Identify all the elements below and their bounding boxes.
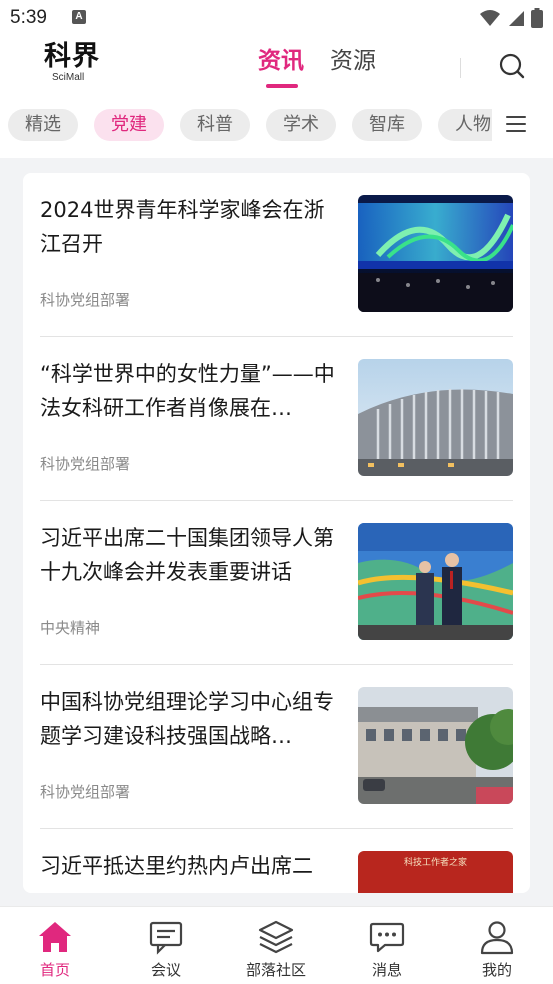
bottom-nav: 首页 会议 部落社区 消息 我的 bbox=[0, 906, 553, 984]
news-title: “科学世界中的女性力量”——中法女科研工作者肖像展在… bbox=[40, 362, 335, 420]
battery-icon bbox=[531, 8, 543, 28]
notification-icon: A bbox=[72, 10, 86, 24]
menu-icon[interactable] bbox=[506, 116, 526, 134]
news-title: 2024世界青年科学家峰会在浙江召开 bbox=[40, 198, 325, 256]
tab-news[interactable]: 资讯 bbox=[258, 46, 304, 76]
news-source: 中央精神 bbox=[40, 619, 101, 637]
app-header: 科界 SciMall 资讯 资源 bbox=[0, 36, 553, 96]
nav-profile[interactable]: 我的 bbox=[452, 919, 542, 979]
news-thumbnail bbox=[358, 195, 513, 312]
category-bar: 精选 党建 科普 学术 智库 人物 bbox=[0, 96, 553, 158]
status-bar: 5:39 A bbox=[0, 0, 553, 36]
nav-meeting-label: 会议 bbox=[150, 961, 181, 979]
message-icon bbox=[369, 922, 405, 953]
news-thumbnail: 科技工作者之家 bbox=[358, 851, 513, 893]
category-chip-featured[interactable]: 精选 bbox=[8, 109, 78, 141]
news-item[interactable]: 2024世界青年科学家峰会在浙江召开 科协党组部署 bbox=[40, 173, 513, 337]
news-source: 科协党组部署 bbox=[40, 783, 131, 801]
news-item[interactable]: 中国科协党组理论学习中心组专题学习建设科技强国战略… 科协党组部署 bbox=[40, 665, 513, 829]
category-chip-academic[interactable]: 学术 bbox=[266, 109, 336, 141]
news-item[interactable]: “科学世界中的女性力量”——中法女科研工作者肖像展在… 科协党组部署 bbox=[40, 337, 513, 501]
app-logo: 科界 SciMall bbox=[44, 42, 108, 90]
nav-community-label: 部落社区 bbox=[245, 961, 306, 979]
news-item[interactable]: 习近平出席二十国集团领导人第十九次峰会并发表重要讲话 中央精神 bbox=[40, 501, 513, 665]
nav-profile-label: 我的 bbox=[481, 961, 512, 979]
thumbnail-caption: 科技工作者之家 bbox=[403, 858, 467, 868]
news-thumbnail bbox=[358, 687, 513, 804]
nav-community[interactable]: 部落社区 bbox=[231, 919, 321, 979]
news-list: 2024世界青年科学家峰会在浙江召开 科协党组部署 “科学世界中的女性力量”——… bbox=[23, 173, 530, 893]
search-icon[interactable] bbox=[498, 52, 526, 80]
nav-home-label: 首页 bbox=[39, 961, 70, 979]
nav-messages[interactable]: 消息 bbox=[342, 919, 432, 979]
meeting-icon bbox=[149, 921, 183, 955]
wifi-icon bbox=[480, 10, 500, 26]
news-title: 中国科协党组理论学习中心组专题学习建设科技强国战略… bbox=[40, 690, 334, 748]
news-source: 科协党组部署 bbox=[40, 291, 131, 309]
home-icon bbox=[39, 922, 71, 952]
logo-text: 科界 bbox=[44, 41, 100, 72]
status-icons bbox=[479, 8, 543, 28]
category-chip-science[interactable]: 科普 bbox=[180, 109, 250, 141]
nav-home[interactable]: 首页 bbox=[10, 919, 100, 979]
news-source: 科协党组部署 bbox=[40, 455, 131, 473]
nav-messages-label: 消息 bbox=[371, 961, 402, 979]
category-chip-thinktank[interactable]: 智库 bbox=[352, 109, 422, 141]
nav-meeting[interactable]: 会议 bbox=[121, 919, 211, 979]
active-tab-indicator bbox=[266, 84, 298, 88]
news-title: 习近平抵达里约热内卢出席二 bbox=[40, 854, 313, 878]
logo-subtext: SciMall bbox=[52, 72, 85, 83]
news-thumbnail bbox=[358, 523, 513, 640]
news-item[interactable]: 习近平抵达里约热内卢出席二 科技工作者之家 bbox=[40, 829, 513, 893]
category-chip-party[interactable]: 党建 bbox=[94, 109, 164, 141]
status-time: 5:39 bbox=[10, 7, 47, 28]
user-icon bbox=[480, 921, 514, 955]
layers-icon bbox=[258, 920, 294, 954]
tab-resources[interactable]: 资源 bbox=[330, 46, 376, 76]
news-thumbnail bbox=[358, 359, 513, 476]
signal-icon bbox=[509, 11, 524, 26]
news-title: 习近平出席二十国集团领导人第十九次峰会并发表重要讲话 bbox=[40, 526, 334, 584]
header-divider bbox=[460, 58, 461, 78]
